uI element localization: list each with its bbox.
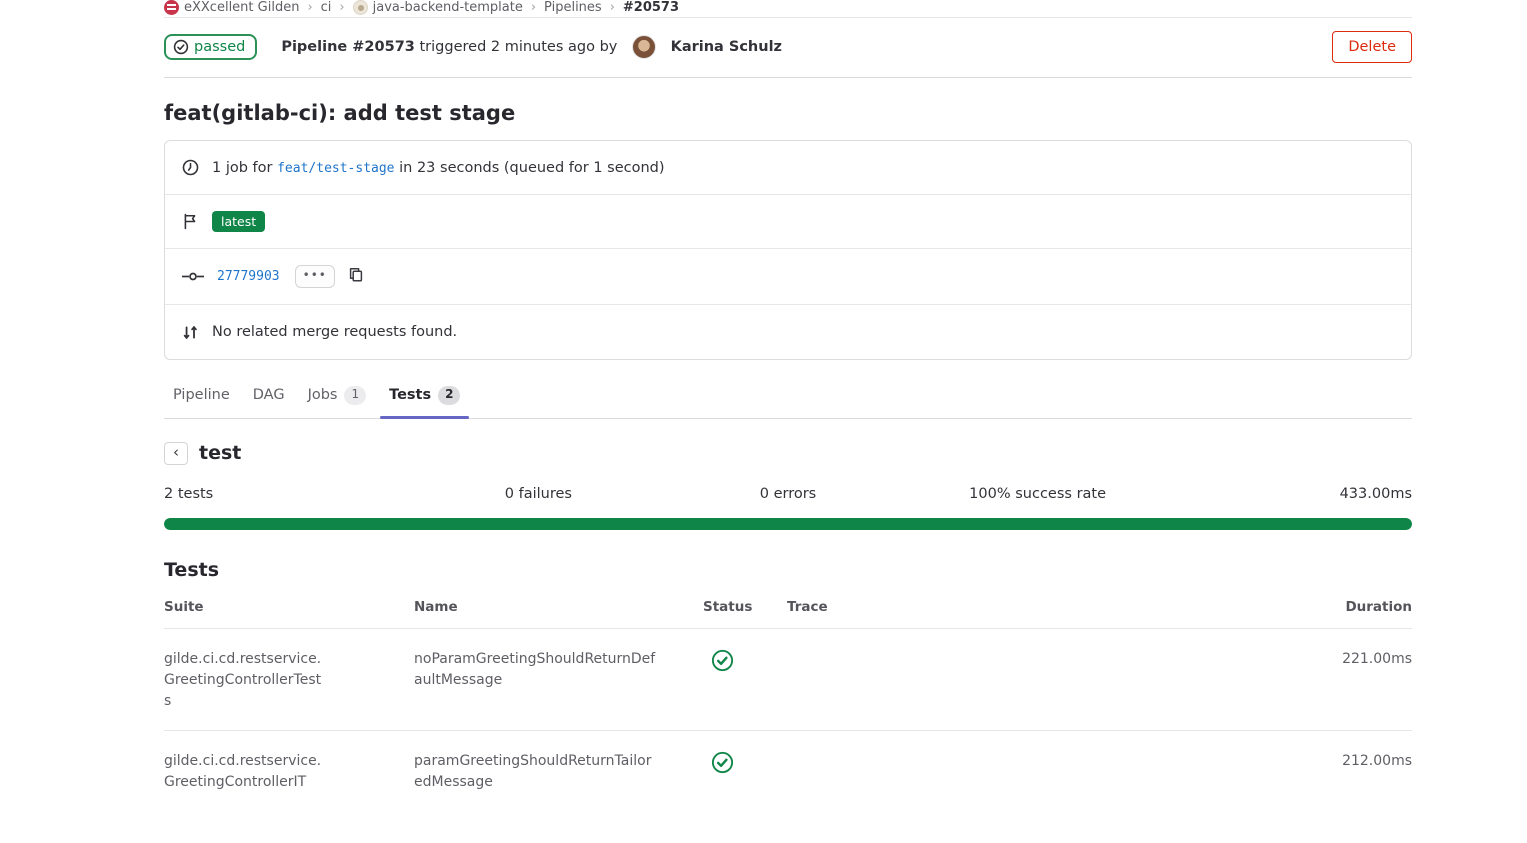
back-button[interactable]: ‹: [164, 442, 188, 465]
breadcrumb-current-pipeline: #20573: [623, 0, 679, 15]
tests-table: Suite Name Status Trace Duration gilde.c…: [164, 599, 1412, 811]
avatar[interactable]: [632, 35, 656, 59]
test-name-cell: noParamGreetingShouldReturnDefaultMessag…: [414, 649, 657, 691]
pipeline-info-box: 1 job for feat/test-stage in 23 seconds …: [164, 140, 1412, 360]
breadcrumb-subgroup-label: ci: [321, 0, 332, 15]
stat-total-tests: 2 tests: [164, 486, 414, 502]
test-name-cell: paramGreetingShouldReturnTailoredMessage: [414, 751, 657, 793]
delete-button[interactable]: Delete: [1332, 31, 1412, 63]
chevron-right-icon: ›: [610, 0, 615, 15]
test-passed-icon: [711, 751, 787, 774]
column-header-name: Name: [414, 599, 703, 615]
branch-link[interactable]: feat/test-stage: [277, 161, 394, 176]
latest-row: latest: [165, 195, 1411, 249]
test-summary-stats: 2 tests 0 failures 0 errors 100% success…: [164, 486, 1412, 502]
tab-tests-count-badge: 2: [438, 386, 460, 405]
job-summary-row: 1 job for feat/test-stage in 23 seconds …: [165, 141, 1411, 195]
test-suite-name: test: [199, 442, 241, 464]
pipeline-author[interactable]: Karina Schulz: [671, 39, 782, 55]
breadcrumb-group-label: eXXcellent Gilden: [184, 0, 299, 15]
tests-section-heading: Tests: [164, 559, 1412, 581]
clock-icon: [182, 159, 199, 176]
breadcrumb-subgroup[interactable]: ci: [321, 0, 332, 15]
breadcrumb-project[interactable]: java-backend-template: [353, 0, 523, 15]
tab-dag[interactable]: DAG: [244, 376, 294, 418]
flag-icon: [182, 213, 199, 230]
test-duration-cell: 221.00ms: [1282, 649, 1412, 670]
tab-jobs-count-badge: 1: [344, 386, 366, 405]
copy-icon: [348, 267, 364, 286]
chevron-right-icon: ›: [531, 0, 536, 15]
page-container: eXXcellent Gilden › ci › java-backend-te…: [164, 0, 1412, 811]
success-bar-fill: [164, 518, 1412, 530]
table-row: gilde.ci.cd.restservice.GreetingControll…: [164, 731, 1412, 811]
no-merge-requests-text: No related merge requests found.: [212, 324, 457, 340]
pipeline-triggered-text: triggered 2 minutes ago by: [420, 39, 618, 55]
latest-badge: latest: [212, 211, 265, 232]
commit-row: 27779903 •••: [165, 249, 1411, 305]
merge-request-row: No related merge requests found.: [165, 305, 1411, 359]
stat-success-rate: 100% success rate: [913, 486, 1163, 502]
commit-sha-link[interactable]: 27779903: [217, 269, 280, 284]
check-circle-icon: [173, 39, 189, 55]
test-suite-header: ‹ test: [164, 442, 1412, 465]
pipeline-header: passed Pipeline #20573 triggered 2 minut…: [164, 18, 1412, 78]
stat-total-duration: 433.00ms: [1162, 486, 1412, 502]
chevron-right-icon: ›: [307, 0, 312, 15]
column-header-trace: Trace: [787, 599, 1282, 615]
test-duration-cell: 212.00ms: [1282, 751, 1412, 772]
pipeline-status-label: passed: [194, 39, 245, 55]
tab-pipeline-label: Pipeline: [173, 387, 230, 403]
pipeline-id: Pipeline #20573: [281, 39, 415, 55]
copy-commit-sha-button[interactable]: [348, 267, 364, 286]
commit-icon: [182, 271, 204, 282]
test-suite-cell: gilde.ci.cd.restservice.GreetingControll…: [164, 649, 324, 712]
project-avatar-icon: [353, 0, 368, 15]
test-suite-cell: gilde.ci.cd.restservice.GreetingControll…: [164, 751, 324, 793]
commit-title: feat(gitlab-ci): add test stage: [164, 101, 1412, 125]
breadcrumb-project-label: java-backend-template: [373, 0, 523, 15]
chevron-left-icon: ‹: [173, 445, 179, 460]
breadcrumb-pipelines[interactable]: Pipelines: [544, 0, 602, 15]
success-rate-bar: [164, 518, 1412, 530]
pipeline-status-badge[interactable]: passed: [164, 34, 257, 60]
breadcrumb-pipelines-label: Pipelines: [544, 0, 602, 15]
expand-commit-button[interactable]: •••: [295, 265, 335, 288]
stat-errors: 0 errors: [663, 486, 913, 502]
pipeline-tabs: Pipeline DAG Jobs 1 Tests 2: [164, 376, 1412, 419]
chevron-right-icon: ›: [339, 0, 344, 15]
breadcrumb: eXXcellent Gilden › ci › java-backend-te…: [164, 0, 1412, 18]
column-header-status: Status: [703, 599, 787, 615]
column-header-duration: Duration: [1282, 599, 1412, 615]
stat-failures: 0 failures: [414, 486, 664, 502]
tab-dag-label: DAG: [253, 387, 285, 403]
merge-request-icon: [182, 324, 199, 341]
table-row: gilde.ci.cd.restservice.GreetingControll…: [164, 629, 1412, 731]
tab-pipeline[interactable]: Pipeline: [164, 376, 239, 418]
tab-tests-label: Tests: [389, 387, 431, 403]
job-duration-text: in 23 seconds (queued for 1 second): [399, 160, 664, 176]
tab-jobs[interactable]: Jobs 1: [299, 376, 376, 418]
column-header-suite: Suite: [164, 599, 414, 615]
pipeline-title: Pipeline #20573 triggered 2 minutes ago …: [281, 35, 782, 59]
group-avatar-icon: [164, 0, 179, 15]
breadcrumb-group[interactable]: eXXcellent Gilden: [164, 0, 299, 15]
ellipsis-icon: •••: [303, 268, 327, 282]
job-summary-text: 1 job for feat/test-stage in 23 seconds …: [212, 160, 665, 176]
test-passed-icon: [711, 649, 787, 672]
tab-tests[interactable]: Tests 2: [380, 376, 469, 418]
tests-table-header: Suite Name Status Trace Duration: [164, 599, 1412, 629]
job-count-text: 1 job for: [212, 160, 273, 176]
tab-jobs-label: Jobs: [308, 387, 338, 403]
